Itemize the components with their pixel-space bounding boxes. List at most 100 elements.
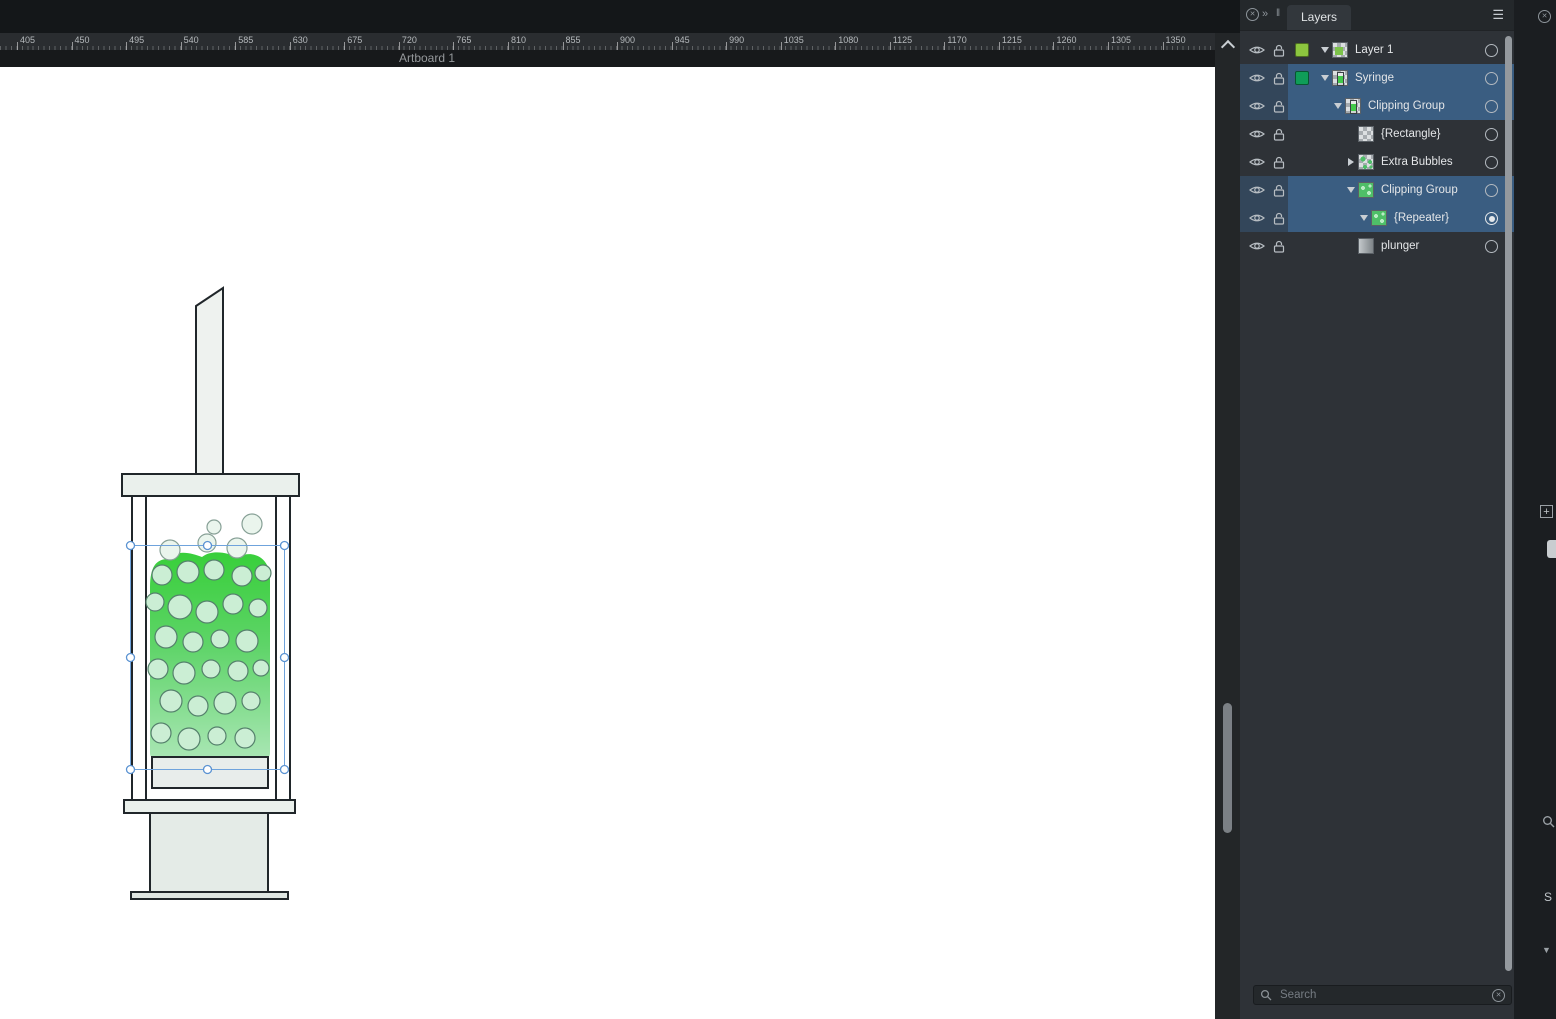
- edit-target-icon[interactable]: [1485, 184, 1498, 197]
- layer-row[interactable]: Layer 1: [1240, 36, 1514, 64]
- panel-close-icon[interactable]: ✕: [1246, 8, 1259, 21]
- selection-handle[interactable]: [279, 764, 290, 775]
- visibility-eye-icon[interactable]: [1249, 239, 1265, 257]
- visibility-eye-icon[interactable]: [1249, 155, 1265, 173]
- tab-layers[interactable]: Layers: [1287, 5, 1352, 30]
- collapse-arrow-icon[interactable]: [1344, 176, 1358, 204]
- scroll-up-arrow-icon[interactable]: [1220, 39, 1236, 55]
- layer-row[interactable]: Syringe: [1240, 64, 1514, 92]
- visibility-eye-icon[interactable]: [1249, 211, 1265, 229]
- horizontal-ruler[interactable]: 405 450 495 540 585 630 675 720 765 810 855 900 945 9…: [0, 33, 1215, 51]
- layer-thumbnail[interactable]: [1358, 238, 1374, 254]
- syringe-grip[interactable]: [149, 812, 269, 894]
- edit-target-icon[interactable]: [1485, 44, 1498, 57]
- search-clear-icon[interactable]: ✕: [1492, 988, 1505, 1002]
- edit-target-icon[interactable]: [1485, 240, 1498, 253]
- layer-thumbnail[interactable]: [1358, 154, 1374, 170]
- docked-panel-tab[interactable]: [1547, 540, 1556, 558]
- selection-handle[interactable]: [279, 652, 290, 663]
- layer-label[interactable]: plunger: [1381, 240, 1419, 252]
- layer-thumbnail[interactable]: [1358, 182, 1374, 198]
- visibility-eye-icon[interactable]: [1249, 43, 1265, 61]
- layer-thumbnail[interactable]: [1332, 42, 1348, 58]
- layer-label[interactable]: {Repeater}: [1394, 212, 1449, 224]
- selection-handle[interactable]: [125, 540, 136, 551]
- layer-row[interactable]: Clipping Group: [1240, 176, 1514, 204]
- bubble: [201, 659, 221, 679]
- layer-label[interactable]: Layer 1: [1355, 44, 1393, 56]
- artboard-title[interactable]: Artboard 1: [399, 50, 455, 67]
- lock-icon[interactable]: [1273, 72, 1285, 90]
- selection-handle[interactable]: [125, 764, 136, 775]
- layers-panel-scrollbar[interactable]: [1505, 36, 1512, 971]
- search-icon: [1260, 989, 1272, 1001]
- layer-row[interactable]: Extra Bubbles: [1240, 148, 1514, 176]
- visibility-eye-icon[interactable]: [1249, 99, 1265, 117]
- lock-icon[interactable]: [1273, 212, 1285, 230]
- lock-icon[interactable]: [1273, 128, 1285, 146]
- layer-color-chip: [1295, 71, 1309, 85]
- layer-label[interactable]: Clipping Group: [1381, 184, 1458, 196]
- lock-icon[interactable]: [1273, 184, 1285, 202]
- collapse-arrow-icon[interactable]: [1318, 64, 1332, 92]
- lock-icon[interactable]: [1273, 156, 1285, 174]
- visibility-eye-icon[interactable]: [1249, 71, 1265, 89]
- layer-row[interactable]: {Rectangle}: [1240, 120, 1514, 148]
- scrollbar-thumb[interactable]: [1223, 703, 1232, 833]
- layer-label[interactable]: Clipping Group: [1368, 100, 1445, 112]
- lock-icon[interactable]: [1273, 240, 1285, 258]
- selection-handle[interactable]: [279, 540, 290, 551]
- layer-thumbnail[interactable]: [1371, 210, 1387, 226]
- layer-row[interactable]: {Repeater}: [1240, 204, 1514, 232]
- layer-row[interactable]: Clipping Group: [1240, 92, 1514, 120]
- ruler-tick-label: 990: [729, 35, 745, 45]
- lock-icon[interactable]: [1273, 44, 1285, 62]
- layer-row[interactable]: plunger: [1240, 232, 1514, 260]
- search-input[interactable]: [1278, 988, 1486, 1002]
- collapse-arrow-icon[interactable]: [1331, 92, 1345, 120]
- layer-thumbnail[interactable]: [1332, 70, 1348, 86]
- artboard-strip: Artboard 1: [0, 50, 1215, 67]
- selection-handle[interactable]: [202, 540, 213, 551]
- expand-arrow-icon[interactable]: [1344, 148, 1358, 176]
- selection-handle[interactable]: [202, 764, 213, 775]
- panel-menu-icon[interactable]: ☰: [1492, 7, 1504, 23]
- plunger-rod[interactable]: [195, 286, 224, 476]
- bubble: [235, 629, 259, 653]
- syringe-illustration[interactable]: [121, 286, 300, 900]
- collapse-arrow-icon[interactable]: [1357, 204, 1371, 232]
- barrel-bottom-flange[interactable]: [123, 799, 296, 814]
- ruler-tick: [180, 42, 182, 50]
- artboard-canvas[interactable]: [0, 67, 1215, 1019]
- panel-collapse-icon[interactable]: »: [1262, 8, 1268, 20]
- edit-target-icon[interactable]: [1485, 72, 1498, 85]
- edge-search-icon[interactable]: [1542, 815, 1555, 828]
- layer-thumbnail[interactable]: [1345, 98, 1361, 114]
- layer-thumbnail[interactable]: [1358, 126, 1374, 142]
- visibility-eye-icon[interactable]: [1249, 127, 1265, 145]
- layer-label[interactable]: Extra Bubbles: [1381, 156, 1453, 168]
- collapse-arrow-icon[interactable]: [1318, 36, 1332, 64]
- bubble: [234, 727, 256, 749]
- window-close-icon[interactable]: ✕: [1538, 10, 1551, 23]
- ruler-tick-label: 855: [565, 35, 581, 45]
- edit-target-icon[interactable]: [1485, 100, 1498, 113]
- syringe-base[interactable]: [130, 891, 289, 900]
- add-panel-icon[interactable]: +: [1540, 505, 1553, 518]
- layers-search-box[interactable]: ✕: [1253, 985, 1512, 1005]
- layer-label[interactable]: Syringe: [1355, 72, 1394, 84]
- visibility-eye-icon[interactable]: [1249, 183, 1265, 201]
- layers-panel: ✕ » ‖ Layers ☰ Layer 1 Syringe Clipping Gr…: [1240, 0, 1514, 1019]
- edit-target-active-icon[interactable]: [1485, 212, 1498, 225]
- lock-icon[interactable]: [1273, 100, 1285, 118]
- layer-label[interactable]: {Rectangle}: [1381, 128, 1440, 140]
- plunger-flange[interactable]: [121, 473, 300, 497]
- vertical-scrollbar[interactable]: [1215, 33, 1240, 1019]
- ruler-tick-label: 450: [74, 35, 90, 45]
- edit-target-icon[interactable]: [1485, 156, 1498, 169]
- edge-chevron-down-icon[interactable]: ▼: [1542, 945, 1551, 955]
- canvas[interactable]: [0, 67, 1215, 1019]
- edit-target-icon[interactable]: [1485, 128, 1498, 141]
- ruler-tick: [780, 42, 782, 50]
- selection-handle[interactable]: [125, 652, 136, 663]
